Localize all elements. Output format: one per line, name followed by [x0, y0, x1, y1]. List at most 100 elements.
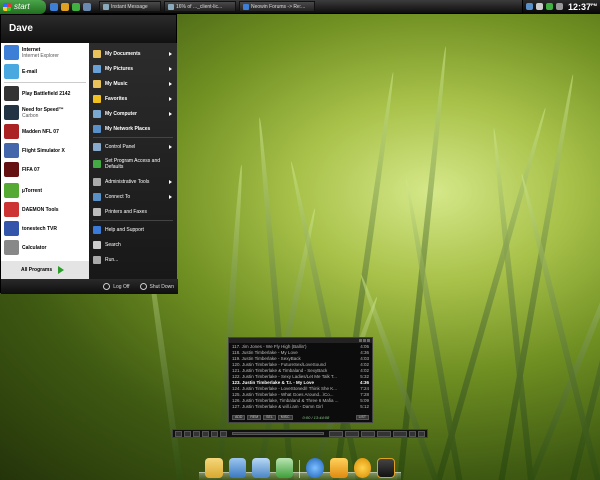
start-menu-item[interactable]: My Pictures [89, 61, 177, 76]
network-icon[interactable] [525, 3, 533, 10]
start-menu-item[interactable]: Run... [89, 252, 177, 267]
system-tray: 12:37PM [521, 0, 600, 14]
all-programs-button[interactable]: All Programs [1, 261, 89, 279]
start-menu-item[interactable]: My Computer [89, 106, 177, 121]
balance-icon[interactable] [393, 430, 407, 437]
start-button[interactable]: start [0, 0, 46, 14]
start-menu-item[interactable]: Connect To [89, 189, 177, 204]
fifa-icon [4, 162, 19, 177]
stop-icon[interactable] [202, 430, 209, 437]
recent-program-item[interactable]: tonestech TVR [1, 219, 89, 238]
computer-icon[interactable] [252, 458, 270, 478]
next-icon[interactable] [211, 430, 218, 437]
start-menu-item[interactable]: Help and Support [89, 222, 177, 237]
remove-button[interactable]: REM [247, 415, 262, 420]
daemon-icon [4, 202, 19, 217]
chevron-right-icon [169, 66, 172, 71]
quick-launch [50, 2, 91, 11]
previous-icon[interactable] [175, 430, 182, 437]
chevron-right-icon [169, 96, 172, 101]
eject-icon[interactable] [220, 430, 227, 437]
pause-icon[interactable] [193, 430, 200, 437]
divider [93, 137, 173, 138]
search-icon [93, 240, 101, 249]
start-menu-item[interactable]: Search [89, 237, 177, 252]
media-icon[interactable] [377, 458, 395, 478]
seek-bar[interactable] [232, 432, 324, 435]
computer-icon [93, 109, 101, 118]
media-player-playlist: 117. Jim Jones - We Fly High (Ballin') 4:… [228, 337, 373, 423]
start-menu-item[interactable]: Control Panel [89, 139, 177, 154]
recent-program-item[interactable]: µTorrent [1, 181, 89, 200]
recent-program-item[interactable]: Play Battlefield 2142 [1, 84, 89, 103]
admin-tools-icon [93, 177, 101, 186]
calculator-icon [4, 240, 19, 255]
start-menu-item[interactable]: Printers and Faxes [89, 204, 177, 219]
ie-icon[interactable] [50, 2, 58, 11]
taskbar-task-instant-message[interactable]: Instant Message [99, 1, 161, 12]
select-button[interactable]: SEL [263, 415, 276, 420]
arrow-right-icon [58, 266, 65, 274]
recent-program-item[interactable]: Madden NFL 07 [1, 122, 89, 141]
start-menu-item[interactable]: My Music [89, 76, 177, 91]
list-button[interactable]: LIST [355, 415, 369, 420]
pinned-internet[interactable]: Internet Internet Explorer [1, 43, 89, 62]
windows-flag-icon [3, 2, 11, 11]
repeat-icon[interactable] [345, 430, 359, 437]
time-readout: 0:00 / 13:44:08 [302, 415, 330, 420]
play-icon[interactable] [184, 430, 191, 437]
folder-icon[interactable] [205, 458, 223, 478]
dock [199, 452, 401, 480]
chevron-right-icon [169, 111, 172, 116]
start-menu-user: Dave [1, 15, 176, 43]
playlist-toggle-icon[interactable] [409, 430, 416, 437]
start-menu-item[interactable]: Administrative Tools [89, 174, 177, 189]
desktop-icon[interactable] [83, 2, 91, 11]
pinned-email[interactable]: E-mail [1, 62, 89, 81]
ie-icon[interactable] [306, 458, 324, 478]
taskbar-task-download[interactable]: 16% of ..._client-lic... [164, 1, 236, 12]
start-menu-item[interactable]: Favorites [89, 91, 177, 106]
close-icon[interactable] [367, 339, 370, 342]
shuffle-icon[interactable] [329, 430, 343, 437]
start-menu-item[interactable]: Set Program Access and Defaults [89, 154, 177, 174]
chevron-right-icon [169, 81, 172, 86]
misc-button[interactable]: MISC [277, 415, 293, 420]
taskbar-task-neowin[interactable]: Neowin Forums -> Re:... [239, 1, 315, 12]
gear-icon[interactable] [555, 3, 563, 10]
key-icon [103, 283, 111, 290]
recent-program-item[interactable]: FIFA 07 [1, 160, 89, 179]
recent-program-item[interactable]: Flight Simulator X [1, 141, 89, 160]
recycle-bin-icon[interactable] [275, 458, 294, 478]
messenger-icon[interactable] [72, 2, 80, 11]
ie-icon [243, 3, 249, 10]
defaults-icon [93, 160, 101, 168]
tvr-icon [4, 221, 19, 236]
shut-down-button[interactable]: Shut Down [139, 283, 174, 290]
add-button[interactable]: ADD [232, 415, 246, 420]
pictures-icon [93, 64, 101, 73]
playlist-item[interactable]: 127. Justin Timberlake & will.i.am - Dam… [232, 404, 369, 410]
messenger-icon[interactable] [353, 458, 372, 478]
start-menu-item[interactable]: My Documents [89, 46, 177, 61]
volume-icon[interactable] [535, 3, 543, 10]
network-icon [93, 124, 101, 133]
network-icon[interactable] [228, 458, 247, 478]
start-menu-item[interactable]: My Network Places [89, 121, 177, 136]
recent-program-item[interactable]: Calculator [1, 238, 89, 257]
start-menu-right-pane: My Documents My Pictures My Music Favorites… [89, 43, 177, 279]
messenger-icon[interactable] [545, 3, 553, 10]
video-icon[interactable] [418, 430, 425, 437]
minimize-icon[interactable] [359, 339, 362, 342]
runner-icon[interactable] [329, 458, 348, 478]
recent-program-item[interactable]: DAEMON Tools [1, 200, 89, 219]
volume-icon[interactable] [377, 430, 391, 437]
shade-icon[interactable] [363, 339, 366, 342]
runner-icon[interactable] [61, 2, 69, 11]
taskbar: start Instant Message 16% of ..._client-… [0, 0, 600, 14]
clock[interactable]: 12:37PM [568, 2, 597, 12]
recent-program-item[interactable]: Need for Speed™ Carbon [1, 103, 89, 122]
log-off-button[interactable]: Log Off [103, 283, 130, 290]
divider [93, 220, 173, 221]
equalizer-icon[interactable] [361, 430, 375, 437]
